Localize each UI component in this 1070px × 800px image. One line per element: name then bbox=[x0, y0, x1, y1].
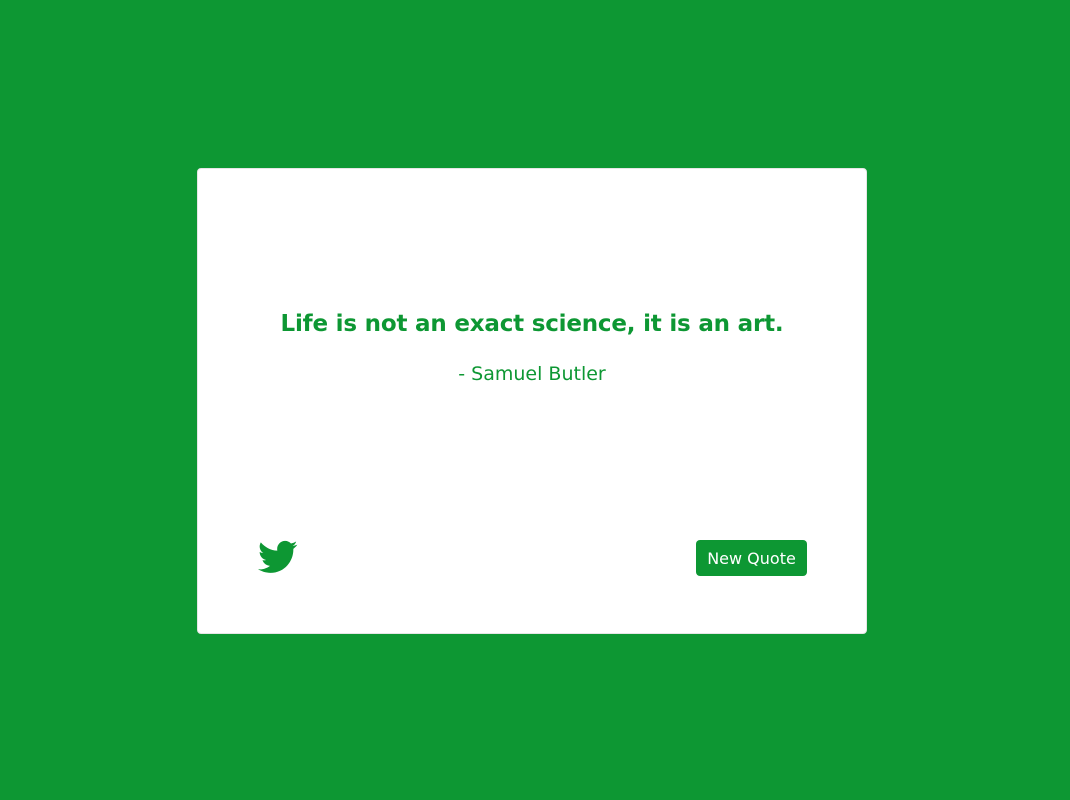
twitter-icon bbox=[258, 540, 298, 575]
quote-text: Life is not an exact science, it is an a… bbox=[280, 311, 784, 337]
new-quote-button[interactable]: New Quote bbox=[696, 540, 807, 576]
quote-author: - Samuel Butler bbox=[458, 363, 606, 385]
quote-box: Life is not an exact science, it is an a… bbox=[197, 168, 867, 634]
tweet-quote-link[interactable] bbox=[258, 540, 298, 575]
